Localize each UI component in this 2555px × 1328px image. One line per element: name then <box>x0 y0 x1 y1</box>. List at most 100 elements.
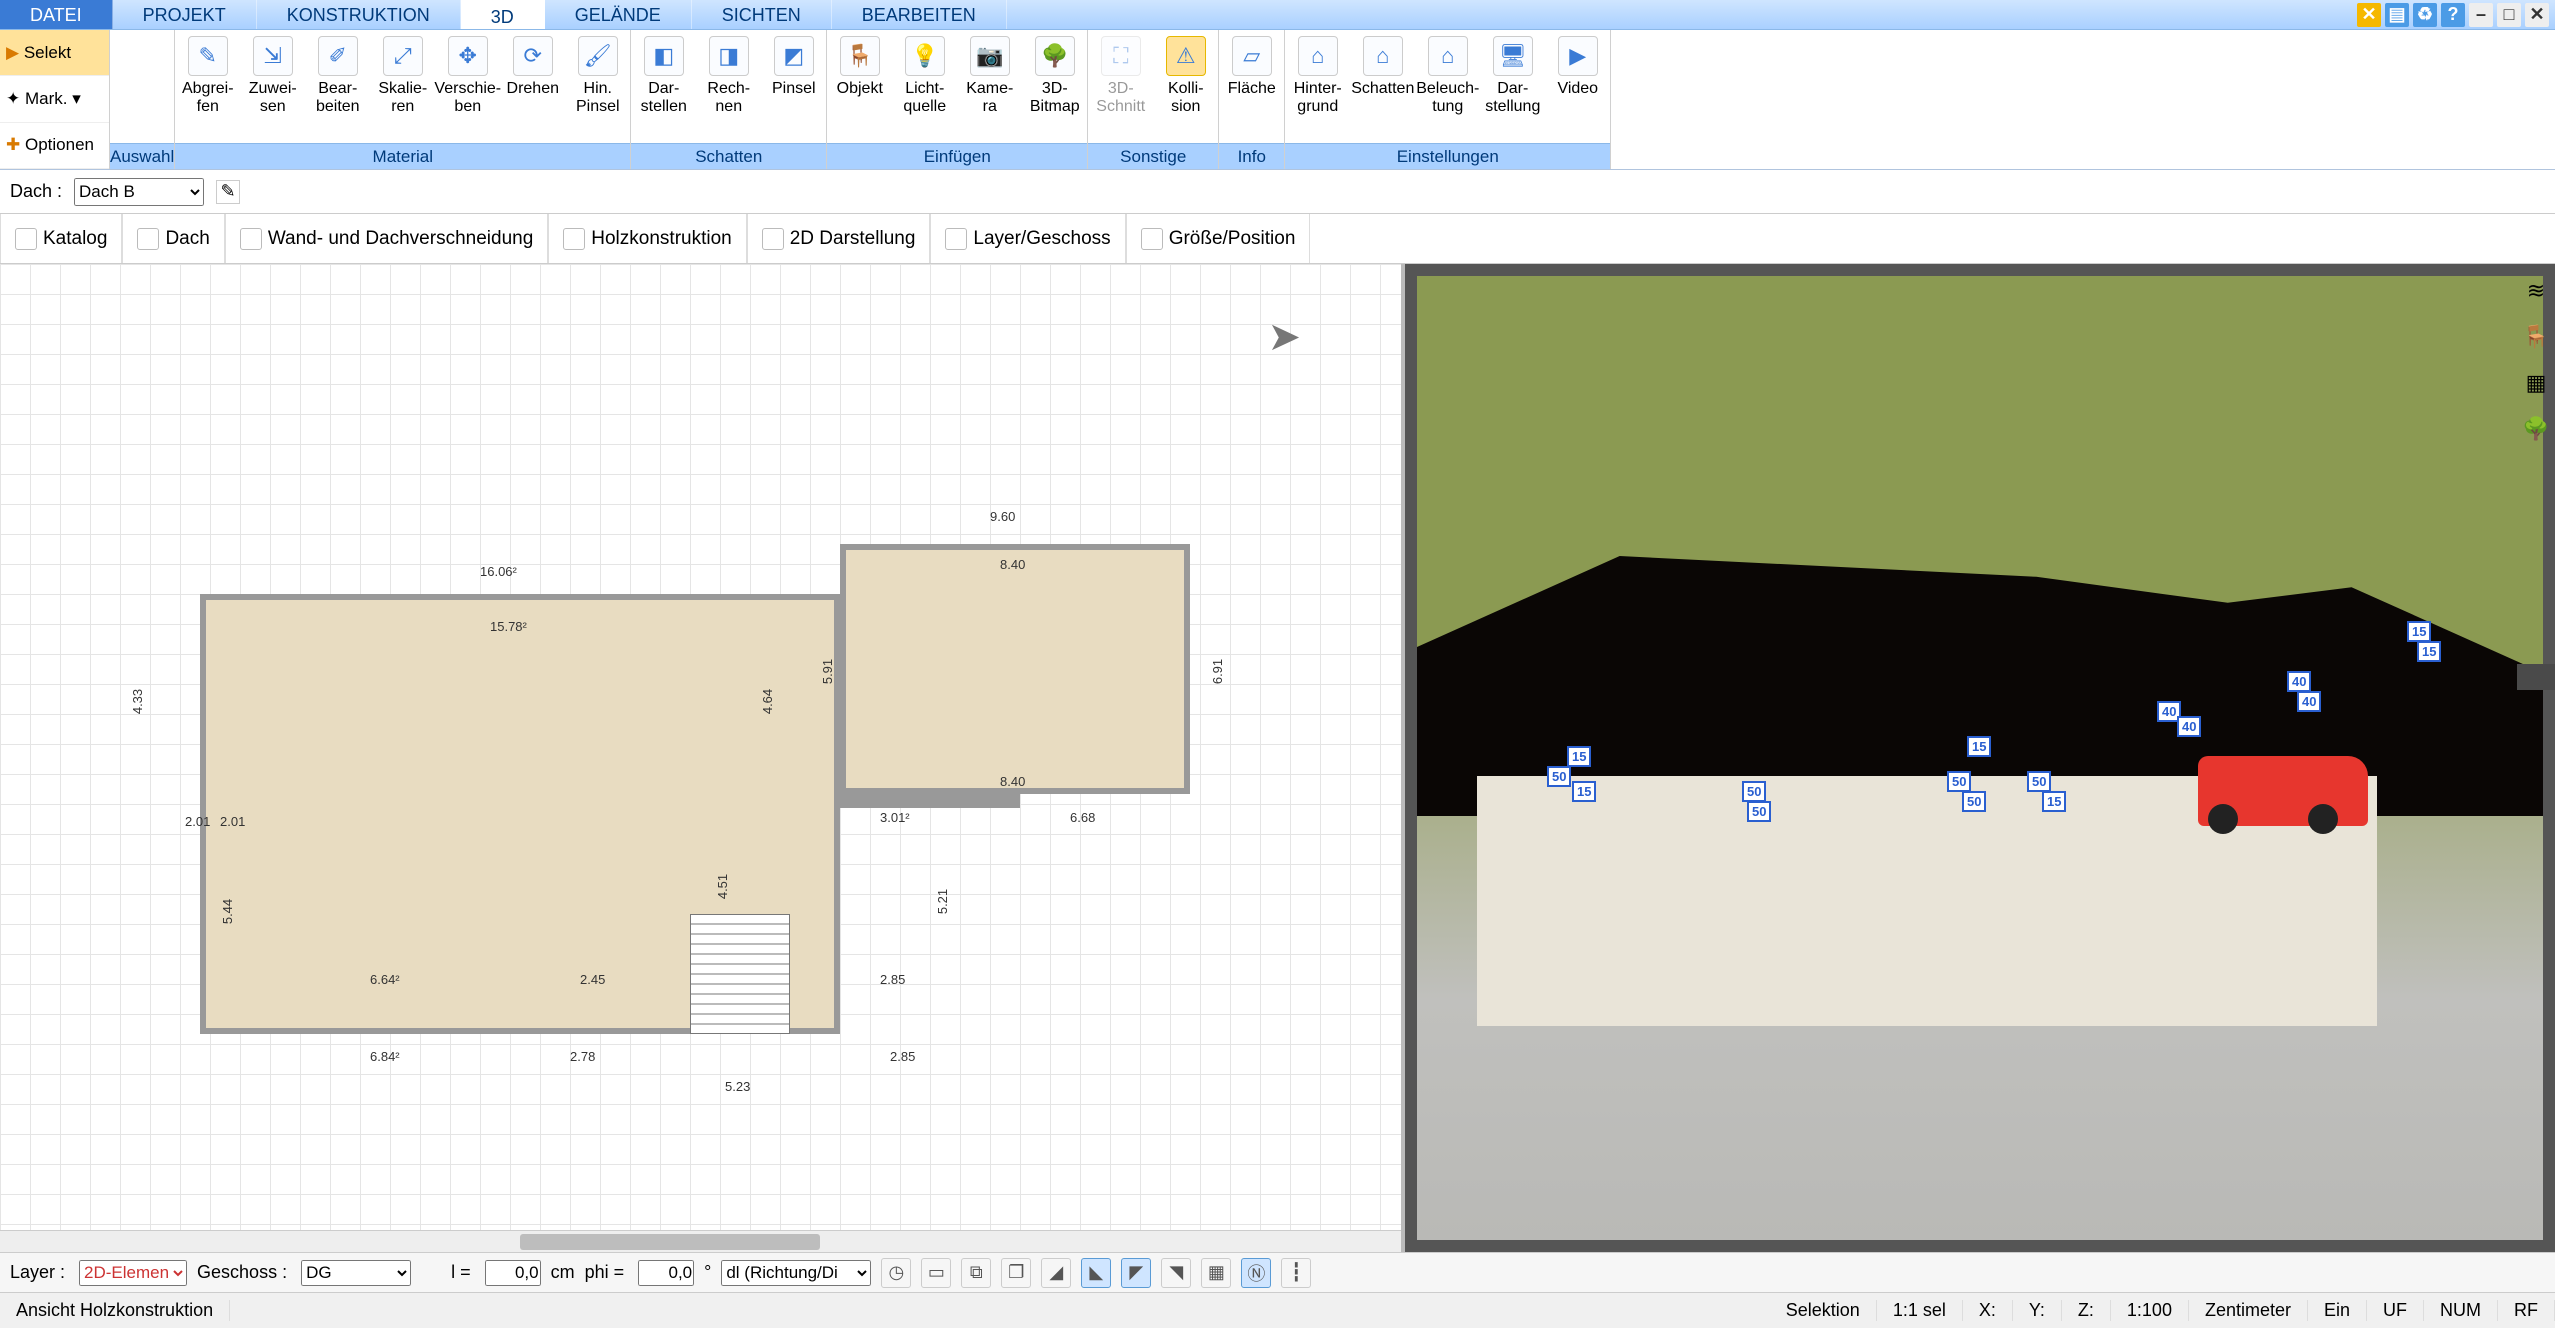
scroll-thumb[interactable] <box>520 1234 820 1250</box>
help-icon[interactable]: ? <box>2441 3 2465 27</box>
tool2-icon[interactable]: ▤ <box>2385 3 2409 27</box>
roof-badge[interactable]: 50 <box>1962 791 1986 812</box>
ribbon-schatten[interactable]: ⌂Schatten <box>1350 30 1415 143</box>
close-icon[interactable]: ✕ <box>2525 3 2549 27</box>
menu-konstruktion[interactable]: KONSTRUKTION <box>257 0 461 29</box>
plan-view[interactable]: ➤ 9.60 8.40 8.40 16.06² 15.78² 2.01 3.01… <box>0 264 1405 1252</box>
indicator-icon[interactable]: ┇ <box>1281 1258 1311 1288</box>
stairs[interactable] <box>690 914 790 1034</box>
tab-wandunddachverschneidung[interactable]: Wand- und Dachverschneidung <box>225 214 548 263</box>
roof-badge[interactable]: 15 <box>1967 736 1991 757</box>
ribbon-video[interactable]: ▶Video <box>1545 30 1610 143</box>
roof-badge[interactable]: 40 <box>2287 671 2311 692</box>
tool-icon[interactable]: ✕ <box>2357 3 2381 27</box>
menu-bearbeiten[interactable]: BEARBEITEN <box>832 0 1007 29</box>
ribbon-drehen[interactable]: ⟳Drehen <box>500 30 565 143</box>
roof-badge[interactable]: 50 <box>1947 771 1971 792</box>
roof-badge[interactable]: 15 <box>2417 641 2441 662</box>
edit-icon[interactable]: ✎ <box>216 180 240 204</box>
slab-annex[interactable] <box>840 544 1190 794</box>
max-icon[interactable]: □ <box>2497 3 2521 27</box>
layers-icon[interactable]: ≋ <box>2521 276 2551 306</box>
ribbon-lichtquelle[interactable]: 💡Licht-quelle <box>892 30 957 143</box>
north-btn[interactable]: Ⓝ <box>1241 1258 1271 1288</box>
tab-greposition[interactable]: Größe/Position <box>1126 214 1311 263</box>
roof-badge[interactable]: 40 <box>2177 716 2201 737</box>
ribbon-bearbeiten[interactable]: ✐Bear-beiten <box>305 30 370 143</box>
ribbon-skalieren[interactable]: ⤢Skalie-ren <box>370 30 435 143</box>
roof-badge[interactable]: 15 <box>2407 621 2431 642</box>
view4-icon[interactable]: ◥ <box>1161 1258 1191 1288</box>
tool3-icon[interactable]: ♻ <box>2413 3 2437 27</box>
ribbon-verschieben[interactable]: ✥Verschie-ben <box>435 30 500 143</box>
⌂-icon: ⌂ <box>1363 36 1403 76</box>
ribbon-hinpinsel[interactable]: 🖌Hin.Pinsel <box>565 30 630 143</box>
geschoss-select[interactable]: DG <box>301 1260 411 1286</box>
selekt-button[interactable]: ▶ Selekt <box>0 30 109 76</box>
ribbon-hintergrund[interactable]: ⌂Hinter-grund <box>1285 30 1350 143</box>
ribbon-rechnen[interactable]: ◨Rech-nen <box>696 30 761 143</box>
dach-select[interactable]: Dach B <box>74 178 204 206</box>
ribbon-beleuchtung[interactable]: ⌂Beleuch-tung <box>1415 30 1480 143</box>
mark-button[interactable]: ✦ Mark. ▾ <box>0 76 109 122</box>
mode-select[interactable]: dl (Richtung/Di <box>721 1260 871 1286</box>
grid-icon[interactable]: ▦ <box>1201 1258 1231 1288</box>
menu-projekt[interactable]: PROJEKT <box>113 0 257 29</box>
h-scrollbar[interactable] <box>0 1230 1401 1252</box>
ribbon-dbitmap[interactable]: 🌳3D-Bitmap <box>1022 30 1087 143</box>
l-input[interactable] <box>485 1260 541 1286</box>
roof-badge[interactable]: 15 <box>2042 791 2066 812</box>
clock-icon[interactable]: ◷ <box>881 1258 911 1288</box>
roof-badge[interactable]: 50 <box>1747 801 1771 822</box>
min-icon[interactable]: – <box>2469 3 2493 27</box>
dach-label: Dach : <box>10 181 62 202</box>
⇲-icon: ⇲ <box>253 36 293 76</box>
view1-icon[interactable]: ◢ <box>1041 1258 1071 1288</box>
menu-sichten[interactable]: SICHTEN <box>692 0 832 29</box>
view2-icon[interactable]: ◣ <box>1081 1258 1111 1288</box>
dim: 2.01 <box>220 814 245 829</box>
status-sel: Selektion <box>1770 1300 1877 1321</box>
ribbon-objekt[interactable]: 🪑Objekt <box>827 30 892 143</box>
optionen-button[interactable]: ✚ Optionen <box>0 123 109 169</box>
copy-icon[interactable]: ❐ <box>1001 1258 1031 1288</box>
ribbon-pinsel[interactable]: ◩Pinsel <box>761 30 826 143</box>
furniture-icon[interactable]: 🪑 <box>2521 322 2551 352</box>
group-icon[interactable]: ⧉ <box>961 1258 991 1288</box>
car[interactable] <box>2198 756 2368 826</box>
ribbon-abgreifen[interactable]: ✎Abgrei-fen <box>175 30 240 143</box>
ribbon-flche[interactable]: ▱Fläche <box>1219 30 1284 143</box>
ribbon-kollision[interactable]: ⚠Kolli-sion <box>1153 30 1218 143</box>
roof-badge[interactable]: 50 <box>1547 766 1571 787</box>
ribbon-dschnitt[interactable]: ⛶3D-Schnitt <box>1088 30 1153 143</box>
tab-ddarstellung[interactable]: 2D Darstellung <box>747 214 931 263</box>
tree-icon[interactable]: 🌳 <box>2521 414 2551 444</box>
ribbon-kamera[interactable]: 📷Kame-ra <box>957 30 1022 143</box>
palette-icon[interactable]: ▦ <box>2521 368 2551 398</box>
tab-katalog[interactable]: Katalog <box>0 214 122 263</box>
view3-icon[interactable]: ◤ <box>1121 1258 1151 1288</box>
roof-badge[interactable]: 50 <box>2027 771 2051 792</box>
tab-holzkonstruktion[interactable]: Holzkonstruktion <box>548 214 746 263</box>
tab-dach[interactable]: Dach <box>122 214 224 263</box>
roof-badge[interactable]: 40 <box>2297 691 2321 712</box>
tab-layergeschoss[interactable]: Layer/Geschoss <box>930 214 1125 263</box>
menu-gelaende[interactable]: GELÄNDE <box>545 0 692 29</box>
ribbon-darstellen[interactable]: ◧Dar-stellen <box>631 30 696 143</box>
side-handle[interactable] <box>2517 664 2555 690</box>
3d-view[interactable]: 50155050505050154040404015151515 ≋ 🪑 ▦ 🌳 <box>1405 264 2555 1252</box>
viewport[interactable]: 50155050505050154040404015151515 <box>1417 276 2543 1240</box>
layer-select[interactable]: 2D-Elemen <box>79 1260 187 1286</box>
phi-input[interactable] <box>638 1260 694 1286</box>
dim: 5.23 <box>725 1079 750 1094</box>
menu-3d[interactable]: 3D <box>461 0 545 29</box>
ribbon-zuweisen[interactable]: ⇲Zuwei-sen <box>240 30 305 143</box>
ribbon-darstellung[interactable]: 🖥Dar-stellung <box>1480 30 1545 143</box>
roof-badge[interactable]: 15 <box>1567 746 1591 767</box>
roof-badge[interactable]: 50 <box>1742 781 1766 802</box>
roof-badge[interactable]: 15 <box>1572 781 1596 802</box>
◩-icon: ◩ <box>774 36 814 76</box>
screen-icon[interactable]: ▭ <box>921 1258 951 1288</box>
▱-icon: ▱ <box>1232 36 1272 76</box>
menu-datei[interactable]: DATEI <box>0 0 113 29</box>
